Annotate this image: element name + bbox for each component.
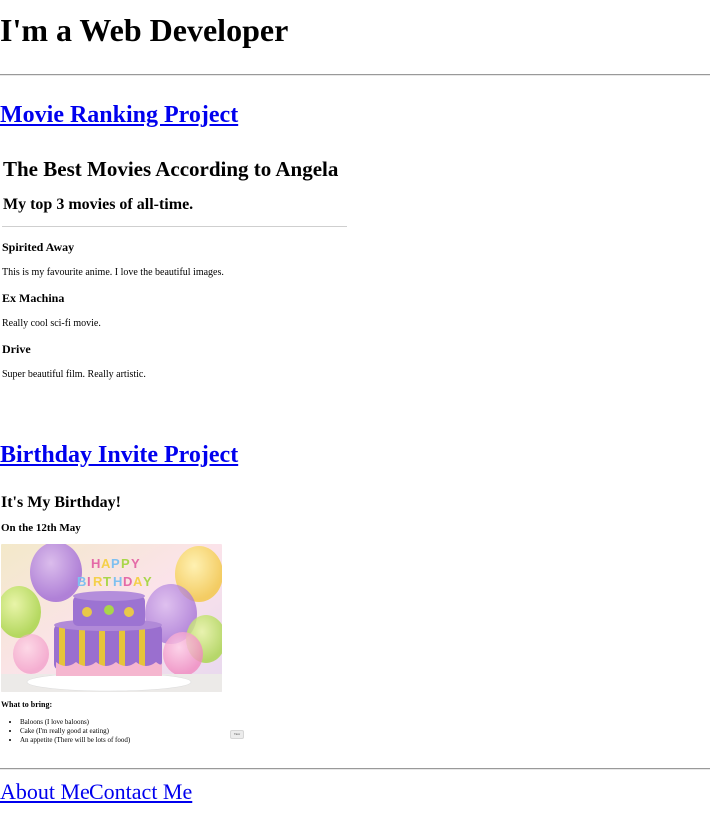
- svg-text:A: A: [101, 556, 111, 571]
- divider: [0, 74, 710, 76]
- movie-description: Really cool sci-fi movie.: [2, 318, 101, 329]
- svg-text:Y: Y: [131, 556, 140, 571]
- contact-me-link[interactable]: Contact Me: [89, 779, 192, 805]
- divider: [0, 768, 710, 770]
- svg-text:A: A: [133, 574, 143, 589]
- birthday-heading: It's My Birthday!: [1, 494, 121, 511]
- movie-ranking-preview: The Best Movies According to Angela My t…: [0, 150, 347, 390]
- movie-title: Ex Machina: [2, 291, 65, 305]
- movie-title: Spirited Away: [2, 240, 75, 254]
- svg-text:P: P: [111, 556, 120, 571]
- birthday-invite-link[interactable]: Birthday Invite Project: [0, 441, 238, 469]
- list-item: An appetite (There will be lots of food): [20, 736, 130, 745]
- list-item: Baloons (I love baloons): [20, 718, 130, 727]
- about-me-link[interactable]: About Me: [0, 779, 90, 805]
- svg-text:T: T: [103, 574, 111, 589]
- movie-page-heading: The Best Movies According to Angela: [3, 157, 339, 181]
- svg-text:B: B: [77, 574, 86, 589]
- movie-ranking-link[interactable]: Movie Ranking Project: [0, 101, 238, 129]
- bring-list: Baloons (I love baloons) Cake (I'm reall…: [8, 718, 130, 745]
- what-to-bring-heading: What to bring:: [1, 700, 53, 709]
- list-item: Cake (I'm really good at eating): [20, 727, 130, 736]
- birthday-date: On the 12th May: [1, 522, 81, 534]
- svg-text:P: P: [121, 556, 130, 571]
- view-button[interactable]: View: [230, 730, 244, 739]
- movie-page-subheading: My top 3 movies of all-time.: [3, 196, 194, 213]
- svg-text:H: H: [91, 556, 100, 571]
- movie-title: Drive: [2, 342, 31, 356]
- movie-divider: [2, 226, 347, 227]
- movie-description: This is my favourite anime. I love the b…: [2, 267, 224, 278]
- svg-text:D: D: [123, 574, 132, 589]
- svg-text:H: H: [113, 574, 122, 589]
- page-title: I'm a Web Developer: [0, 12, 289, 48]
- birthday-cake-image: H A P P Y B I R T H D A Y: [1, 544, 222, 692]
- movie-description: Super beautiful film. Really artistic.: [2, 369, 146, 380]
- svg-text:Y: Y: [143, 574, 152, 589]
- page: I'm a Web Developer Movie Ranking Projec…: [0, 0, 710, 817]
- svg-text:R: R: [93, 574, 103, 589]
- svg-text:I: I: [87, 574, 91, 589]
